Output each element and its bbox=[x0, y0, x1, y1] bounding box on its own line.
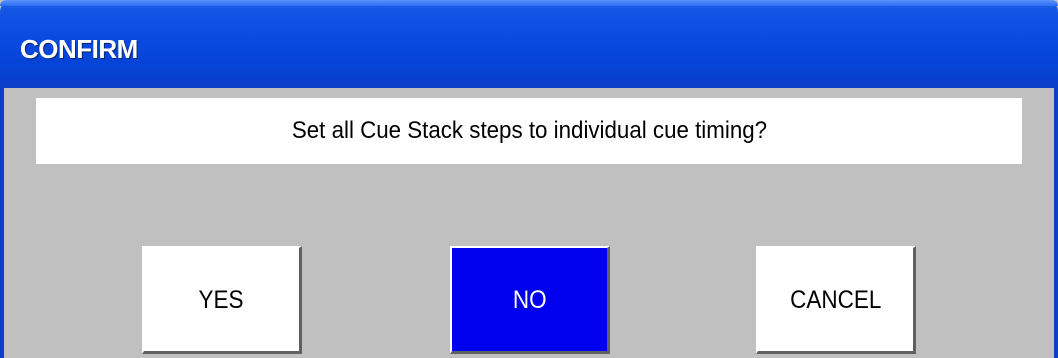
confirm-dialog: CONFIRM Set all Cue Stack steps to indiv… bbox=[0, 0, 1058, 358]
yes-button-label: YES bbox=[198, 286, 245, 314]
no-button-label: NO bbox=[512, 286, 547, 314]
no-button[interactable]: NO bbox=[450, 246, 610, 354]
title-bar[interactable]: CONFIRM bbox=[0, 0, 1058, 88]
window-title: CONFIRM bbox=[20, 34, 138, 64]
window-frame-right bbox=[1054, 88, 1058, 358]
message-text: Set all Cue Stack steps to individual cu… bbox=[291, 117, 767, 144]
message-box: Set all Cue Stack steps to individual cu… bbox=[36, 98, 1022, 164]
cancel-button[interactable]: CANCEL bbox=[756, 246, 916, 354]
yes-button[interactable]: YES bbox=[142, 246, 302, 354]
window-frame-left bbox=[0, 88, 4, 358]
cancel-button-label: CANCEL bbox=[789, 286, 882, 314]
